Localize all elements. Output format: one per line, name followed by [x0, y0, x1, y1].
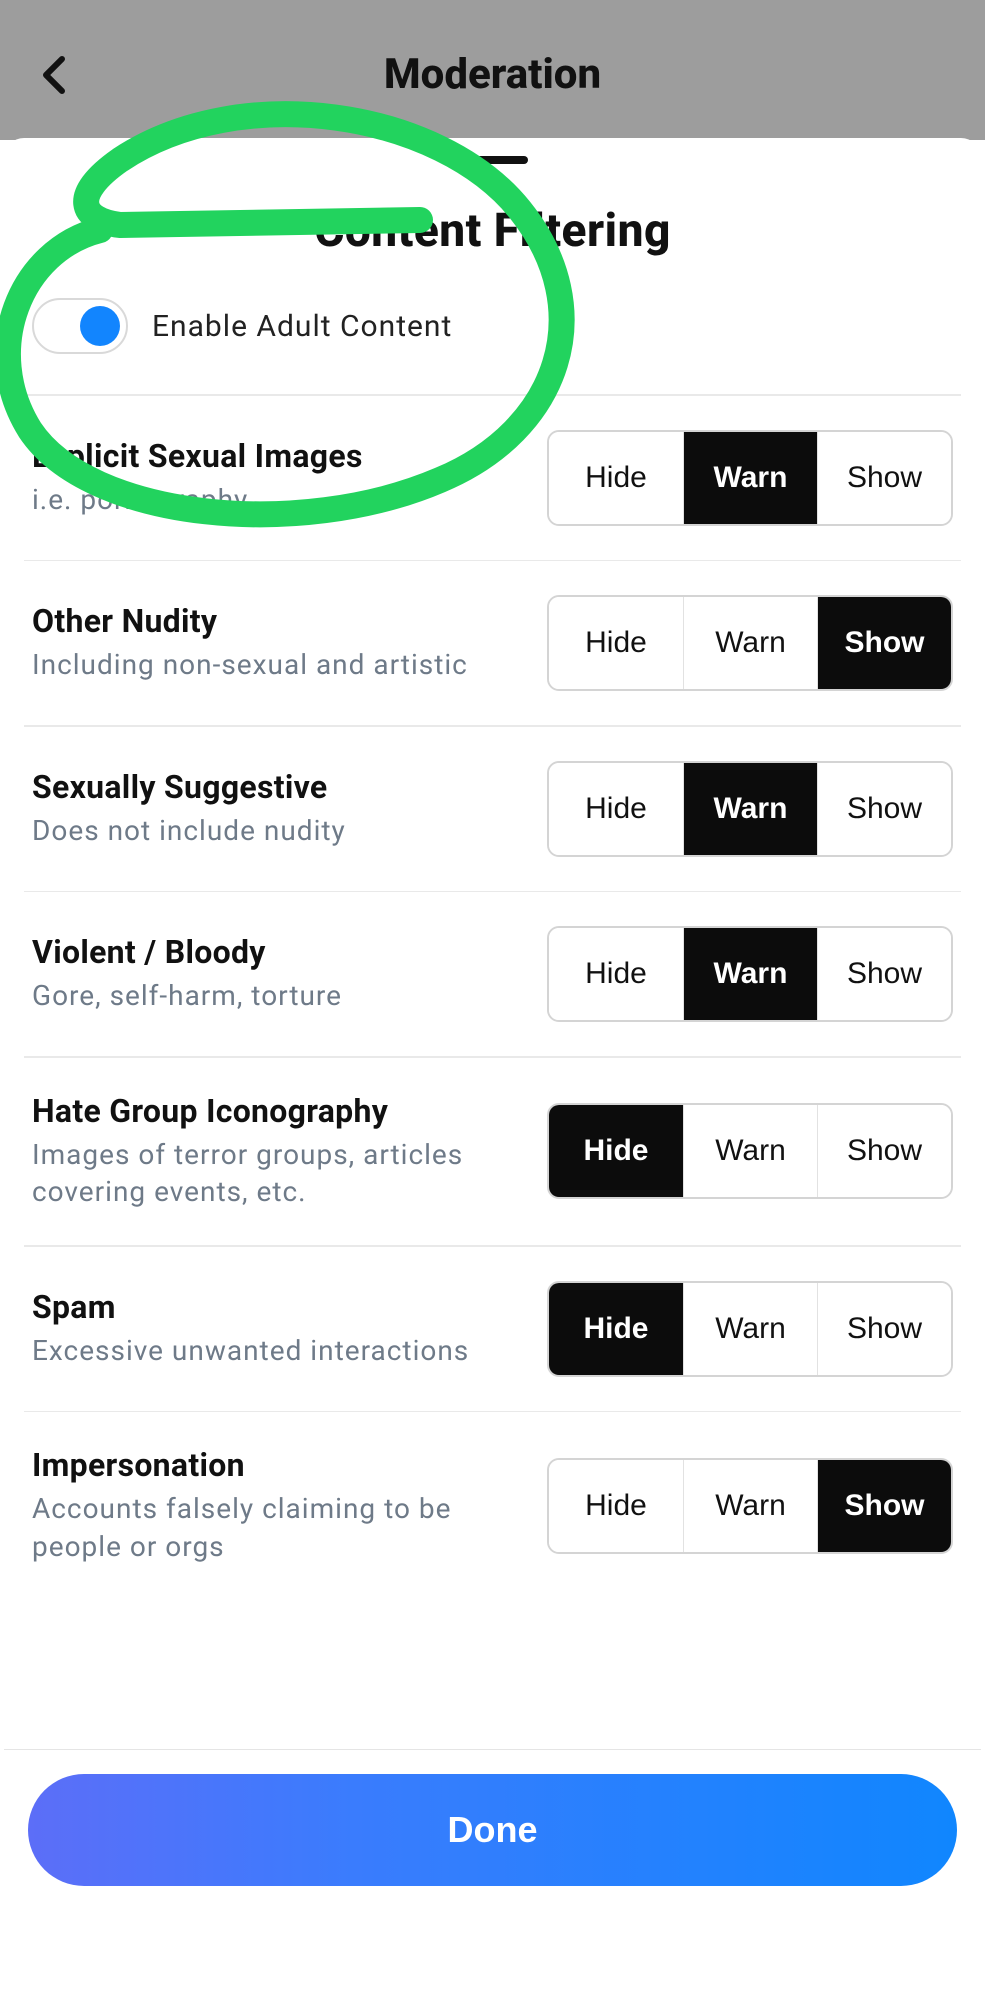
segmented-control: HideWarnShow — [547, 1458, 953, 1554]
warn-option[interactable]: Warn — [683, 432, 817, 524]
adult-content-toggle[interactable] — [32, 298, 128, 354]
category-row: Sexually Suggestive Does not include nudi… — [4, 727, 981, 891]
category-text: Sexually Suggestive Does not include nudi… — [32, 768, 527, 850]
toggle-knob — [80, 306, 120, 346]
warn-option[interactable]: Warn — [683, 928, 817, 1020]
category-row: Spam Excessive unwanted interactions HideW… — [4, 1247, 981, 1411]
segmented-control: HideWarnShow — [547, 761, 953, 857]
hide-option[interactable]: Hide — [549, 1460, 683, 1552]
hide-option[interactable]: Hide — [549, 432, 683, 524]
content-filtering-sheet: Content Filtering Enable Adult Content E… — [4, 138, 981, 2000]
hide-option[interactable]: Hide — [549, 763, 683, 855]
backdrop-header: Moderation — [0, 0, 985, 140]
show-option[interactable]: Show — [817, 1105, 951, 1197]
done-button[interactable]: Done — [28, 1774, 957, 1886]
warn-option[interactable]: Warn — [683, 1283, 817, 1375]
category-row: Violent / Bloody Gore, self-harm, torture… — [4, 892, 981, 1056]
category-row: Hate Group Iconography Images of terror g… — [4, 1058, 981, 1246]
category-title: Violent / Bloody — [32, 933, 527, 971]
category-title: Sexually Suggestive — [32, 768, 527, 806]
show-option[interactable]: Show — [817, 763, 951, 855]
sheet-title: Content Filtering — [4, 204, 981, 258]
adult-content-toggle-row: Enable Adult Content — [4, 298, 981, 394]
segmented-control: HideWarnShow — [547, 1103, 953, 1199]
hide-option[interactable]: Hide — [549, 597, 683, 689]
category-title: Hate Group Iconography — [32, 1092, 527, 1130]
warn-option[interactable]: Warn — [683, 1105, 817, 1197]
category-text: Violent / Bloody Gore, self-harm, torture — [32, 933, 527, 1015]
warn-option[interactable]: Warn — [683, 763, 817, 855]
category-text: Hate Group Iconography Images of terror g… — [32, 1092, 527, 1212]
segmented-control: HideWarnShow — [547, 430, 953, 526]
hide-option[interactable]: Hide — [549, 1283, 683, 1375]
show-option[interactable]: Show — [817, 928, 951, 1020]
category-description: Accounts falsely claiming to be people o… — [32, 1490, 527, 1566]
category-title: Impersonation — [32, 1446, 527, 1484]
category-title: Explicit Sexual Images — [32, 437, 527, 475]
warn-option[interactable]: Warn — [683, 1460, 817, 1552]
category-description: Does not include nudity — [32, 812, 527, 850]
segmented-control: HideWarnShow — [547, 1281, 953, 1377]
category-row: Other Nudity Including non-sexual and art… — [4, 561, 981, 725]
category-row: Explicit Sexual Images i.e. pornography Hi… — [4, 396, 981, 560]
hide-option[interactable]: Hide — [549, 928, 683, 1020]
show-option[interactable]: Show — [817, 597, 951, 689]
category-description: Gore, self-harm, torture — [32, 977, 527, 1015]
segmented-control: HideWarnShow — [547, 595, 953, 691]
category-text: Impersonation Accounts falsely claiming t… — [32, 1446, 527, 1566]
page-title: Moderation — [30, 50, 955, 99]
sheet-footer: Done — [4, 1749, 981, 1910]
show-option[interactable]: Show — [817, 432, 951, 524]
category-text: Explicit Sexual Images i.e. pornography — [32, 437, 527, 519]
category-text: Other Nudity Including non-sexual and art… — [32, 602, 527, 684]
category-description: Images of terror groups, articles coveri… — [32, 1136, 527, 1212]
category-description: Excessive unwanted interactions — [32, 1332, 527, 1370]
drag-handle[interactable] — [458, 156, 528, 164]
show-option[interactable]: Show — [817, 1283, 951, 1375]
segmented-control: HideWarnShow — [547, 926, 953, 1022]
show-option[interactable]: Show — [817, 1460, 951, 1552]
adult-content-label: Enable Adult Content — [152, 309, 452, 344]
category-title: Spam — [32, 1288, 527, 1326]
category-row: Impersonation Accounts falsely claiming t… — [4, 1412, 981, 1600]
category-description: i.e. pornography — [32, 481, 527, 519]
category-description: Including non-sexual and artistic — [32, 646, 527, 684]
category-text: Spam Excessive unwanted interactions — [32, 1288, 527, 1370]
hide-option[interactable]: Hide — [549, 1105, 683, 1197]
warn-option[interactable]: Warn — [683, 597, 817, 689]
category-title: Other Nudity — [32, 602, 527, 640]
